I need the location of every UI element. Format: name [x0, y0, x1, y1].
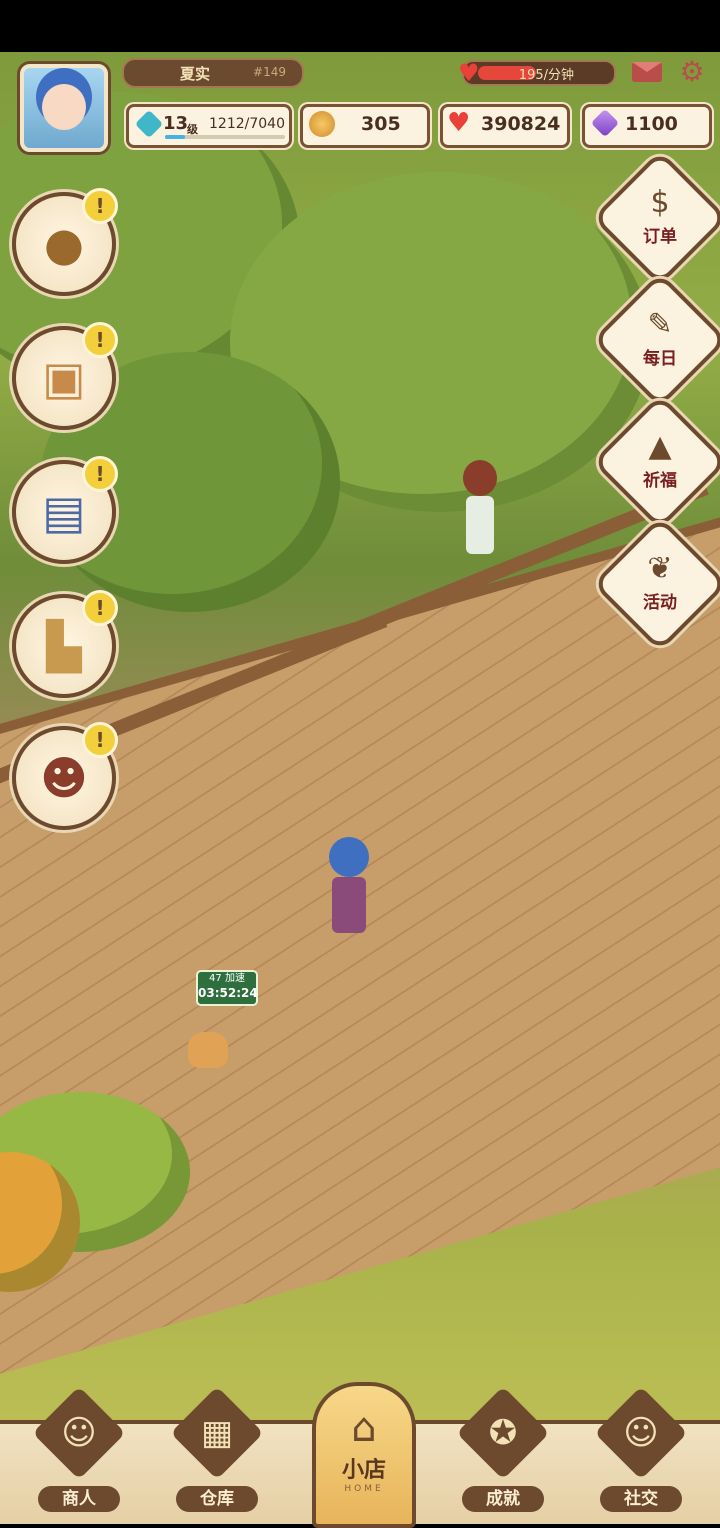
daily-label: 每日 — [643, 349, 677, 369]
gear-icon[interactable]: ⚙ — [678, 58, 706, 86]
exp-bar — [165, 135, 285, 139]
armchair-icon: ▙ — [46, 619, 82, 673]
event-speech-icon: ❦ — [647, 551, 673, 586]
orders-label: 订单 — [643, 227, 677, 247]
alert-badge: ! — [82, 722, 118, 758]
nav-merchant-label: 商人 — [38, 1486, 120, 1512]
gem-value: 1100 — [625, 113, 678, 135]
prayer-label: 祈福 — [643, 471, 677, 491]
heart-icon: ♥ — [447, 108, 471, 138]
visitor-character[interactable] — [460, 460, 500, 560]
character-button[interactable]: ☻ ! — [12, 722, 118, 830]
merchant-icon: ☺ — [61, 1413, 97, 1453]
player-name-bar[interactable]: 夏实 #149 — [122, 58, 304, 88]
exp-value: 1212/7040 — [209, 116, 285, 132]
mushroom-button[interactable]: ● ! — [12, 188, 118, 296]
warehouse-box-icon: ▦ — [200, 1413, 234, 1453]
alert-badge: ! — [82, 188, 118, 224]
furniture-button[interactable]: ▙ ! — [12, 590, 118, 698]
achievement-charm-icon: ✪ — [488, 1413, 518, 1453]
energy-rate: 195/分钟 — [518, 68, 574, 83]
machine-icon: ▤ — [42, 485, 86, 539]
level-panel[interactable]: 13 级 1212/7040 — [126, 104, 292, 148]
nav-home-sublabel: HOME — [344, 1484, 384, 1494]
coin-panel[interactable]: 305 — [300, 104, 430, 148]
nav-achievement-label: 成就 — [462, 1486, 544, 1512]
timer-countdown: 03:52:24 — [198, 986, 258, 1000]
level-value: 13 — [163, 113, 189, 134]
nav-achievement[interactable]: ✪ 成就 — [448, 1386, 558, 1516]
daily-notebook-icon: ✎ — [647, 307, 673, 342]
energy-bar[interactable]: ♥ 195/分钟 — [458, 59, 616, 87]
mail-icon[interactable] — [632, 62, 662, 82]
prayer-icon: ▲ — [648, 429, 672, 464]
gem-icon — [590, 108, 620, 138]
energy-heart-icon: ♥ — [458, 59, 480, 87]
level-star-icon — [134, 109, 164, 139]
coin-value: 305 — [361, 113, 401, 135]
nav-home-label: 小店 — [341, 1458, 386, 1483]
nav-warehouse[interactable]: ▦ 仓库 — [162, 1386, 272, 1516]
nav-merchant[interactable]: ☺ 商人 — [24, 1386, 134, 1516]
player-id: #149 — [253, 65, 286, 79]
gem-panel[interactable]: 1100 — [582, 104, 712, 148]
order-book-icon: $ — [650, 185, 670, 220]
alert-badge: ! — [82, 590, 118, 626]
nav-social[interactable]: ☺ 社交 — [586, 1386, 696, 1516]
nav-warehouse-label: 仓库 — [176, 1486, 258, 1512]
alert-badge: ! — [82, 322, 118, 358]
nav-home-shop[interactable]: ⌂ 小店 HOME — [312, 1382, 416, 1528]
shopkeeper-character[interactable] — [325, 837, 373, 937]
events-label: 活动 — [643, 593, 677, 613]
coin-icon — [309, 111, 335, 137]
girl-portrait-icon: ☻ — [40, 751, 88, 805]
alert-badge: ! — [82, 456, 118, 492]
tv-icon: ▣ — [42, 351, 86, 405]
player-avatar[interactable] — [20, 64, 108, 152]
heart-value: 390824 — [481, 113, 561, 135]
mushroom-icon: ● — [43, 217, 85, 271]
nav-social-label: 社交 — [600, 1486, 682, 1512]
timer-speedup-label: 47 加速 — [209, 973, 245, 984]
social-friends-icon: ☺ — [623, 1413, 659, 1453]
machine-button[interactable]: ▤ ! — [12, 456, 118, 564]
table-timer-badge[interactable]: 47 加速 03:52:24 — [196, 970, 258, 1006]
tv-ads-button[interactable]: ▣ ! — [12, 322, 118, 430]
heart-panel[interactable]: ♥ 390824 — [440, 104, 570, 148]
shop-house-icon: ⌂ — [351, 1405, 377, 1451]
player-name: 夏实 — [180, 65, 211, 83]
shiba-dog[interactable] — [188, 1032, 228, 1068]
